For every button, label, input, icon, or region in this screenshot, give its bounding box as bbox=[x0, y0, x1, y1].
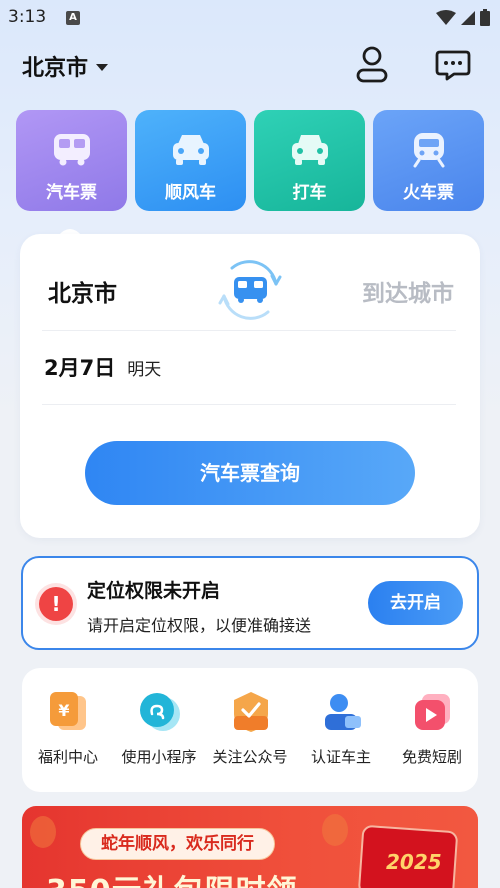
search-bus-tickets-button[interactable]: 汽车票查询 bbox=[85, 441, 415, 505]
service-label: 免费短剧 bbox=[401, 748, 462, 766]
tab-bus-ticket[interactable]: 汽车票 bbox=[16, 110, 127, 211]
swap-cities-button[interactable] bbox=[210, 250, 290, 330]
search-card: 北京市 到达城市 2月7日 明天 汽车票查询 bbox=[20, 234, 480, 538]
profile-button[interactable] bbox=[354, 44, 390, 84]
swap-bus-icon bbox=[218, 260, 282, 320]
status-time: 3:13 bbox=[8, 7, 47, 27]
wifi-icon bbox=[436, 9, 456, 25]
arrival-city-placeholder[interactable]: 到达城市 bbox=[362, 274, 454, 308]
car-icon bbox=[172, 135, 209, 165]
status-bar: 3:13 A bbox=[0, 0, 500, 34]
messages-button[interactable] bbox=[434, 44, 472, 84]
play-video-icon bbox=[415, 694, 450, 730]
services-panel: ¥ 福利中心 使用小程序 关注公众号 认证车主 免费短剧 bbox=[22, 668, 478, 792]
date-selector[interactable]: 2月7日 明天 bbox=[44, 352, 161, 382]
user-card-icon bbox=[325, 694, 361, 730]
chat-bubble-icon bbox=[435, 50, 471, 81]
service-label: 认证车主 bbox=[310, 748, 371, 766]
notification-a-icon: A bbox=[66, 11, 80, 25]
taxi-icon bbox=[291, 135, 328, 165]
svg-text:¥: ¥ bbox=[58, 701, 69, 720]
category-tabs: 汽车票 顺风车 打车 火车票 bbox=[16, 110, 484, 212]
service-label: 福利中心 bbox=[37, 748, 98, 766]
banner-headline: 350元礼包限时领 bbox=[46, 866, 298, 888]
alert-title: 定位权限未开启 bbox=[87, 580, 221, 602]
banner-tag: 蛇年顺风，欢乐同行 bbox=[80, 828, 275, 860]
badge-check-icon bbox=[234, 692, 268, 732]
battery-icon bbox=[480, 9, 490, 26]
service-mini-program[interactable]: 使用小程序 bbox=[113, 690, 205, 780]
tab-label: 顺风车 bbox=[165, 183, 216, 203]
tab-train-ticket[interactable]: 火车票 bbox=[373, 110, 484, 211]
tab-label: 汽车票 bbox=[46, 183, 97, 203]
enable-location-button[interactable]: 去开启 bbox=[368, 581, 463, 625]
status-icons bbox=[436, 9, 490, 26]
date-relative-label: 明天 bbox=[127, 360, 162, 380]
service-follow-account[interactable]: 关注公众号 bbox=[204, 690, 296, 780]
current-city: 北京市 bbox=[22, 56, 89, 81]
tab-label: 火车票 bbox=[403, 183, 454, 203]
lantern-decoration bbox=[322, 814, 348, 846]
exclamation-icon: ! bbox=[39, 587, 73, 621]
service-label: 关注公众号 bbox=[212, 748, 288, 766]
tab-label: 打车 bbox=[292, 183, 327, 203]
divider bbox=[42, 404, 456, 405]
divider bbox=[42, 330, 456, 331]
header: 北京市 bbox=[0, 40, 500, 90]
train-icon bbox=[413, 133, 444, 168]
bus-icon bbox=[53, 134, 90, 166]
service-verify-driver[interactable]: 认证车主 bbox=[295, 690, 387, 780]
tab-carpool[interactable]: 顺风车 bbox=[135, 110, 246, 211]
lantern-decoration bbox=[30, 816, 56, 848]
banner-year: 2025 bbox=[386, 850, 442, 874]
signal-icon bbox=[461, 10, 475, 25]
service-welfare-center[interactable]: ¥ 福利中心 bbox=[22, 690, 114, 780]
departure-date: 2月7日 bbox=[44, 356, 116, 380]
mini-program-icon bbox=[140, 693, 180, 731]
user-icon bbox=[356, 46, 388, 83]
promo-banner[interactable]: 蛇年顺风，欢乐同行 350元礼包限时领 2025 bbox=[22, 806, 478, 888]
departure-city[interactable]: 北京市 bbox=[48, 274, 117, 308]
tab-taxi[interactable]: 打车 bbox=[254, 110, 365, 211]
chevron-down-icon bbox=[96, 63, 109, 71]
service-label: 使用小程序 bbox=[121, 748, 197, 766]
yuan-card-icon: ¥ bbox=[50, 692, 86, 730]
city-selector[interactable]: 北京市 bbox=[22, 50, 109, 82]
alert-description: 请开启定位权限，以便准确接送 bbox=[87, 616, 312, 635]
location-permission-alert: ! 定位权限未开启 请开启定位权限，以便准确接送 去开启 bbox=[21, 556, 479, 650]
service-free-short-drama[interactable]: 免费短剧 bbox=[386, 690, 478, 780]
